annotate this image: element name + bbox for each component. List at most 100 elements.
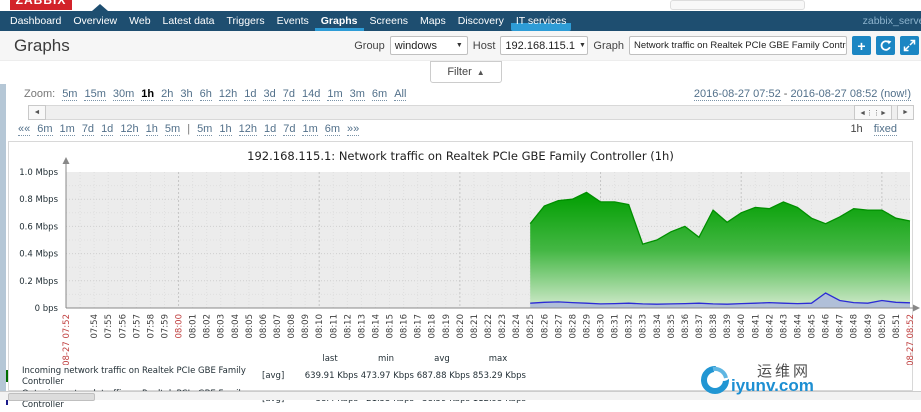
nav-item-web[interactable]: Web [123,11,156,31]
main-nav: Dashboard Overview Web Latest data Triggers E… [0,11,921,31]
svg-text:07:57: 07:57 [132,314,142,339]
move-fwd-5m[interactable]: 5m [197,123,213,136]
nav-item-overview[interactable]: Overview [67,11,123,31]
period-to-link[interactable]: 2016-08-27 08:52 [790,88,878,101]
svg-text:08:38: 08:38 [709,314,719,339]
svg-text:07:58: 07:58 [146,314,156,339]
move-back-1d[interactable]: 1d [101,123,114,136]
zoom-link-14d[interactable]: 14d [301,88,321,101]
legend-min: 473.97 Kbps [360,371,414,382]
svg-text:08:09: 08:09 [301,314,311,339]
top-strip: ZABBIX [0,0,921,11]
filter-tab-label: Filter [447,66,472,78]
fullscreen-icon [903,39,916,52]
move-fwd-1h[interactable]: 1h [219,123,232,136]
zoom-link-3h[interactable]: 3h [180,88,193,101]
nav-item-events[interactable]: Events [271,11,315,31]
svg-text:08:32: 08:32 [625,314,635,339]
svg-text:08:36: 08:36 [681,314,691,339]
zoom-link-1d[interactable]: 1d [244,88,257,101]
svg-text:08:48: 08:48 [850,314,860,339]
nav-item-discovery[interactable]: Discovery [452,11,510,31]
svg-text:08:51: 08:51 [892,314,902,339]
move-back-6m[interactable]: 6m [37,123,53,136]
zoom-link-12h[interactable]: 12h [218,88,238,101]
period-dash: - [783,88,788,100]
refresh-button[interactable] [876,36,895,55]
zoom-link-3m[interactable]: 3m [349,88,365,101]
svg-text:08:35: 08:35 [667,314,677,339]
move-back-5m[interactable]: 5m [164,123,181,136]
svg-text:08:31: 08:31 [611,314,621,339]
svg-text:08:37: 08:37 [695,314,705,339]
forward-icon[interactable]: »» [347,123,360,136]
zoom-link-all[interactable]: All [394,88,407,101]
nav-item-dashboard[interactable]: Dashboard [4,11,67,31]
nav-item-triggers[interactable]: Triggers [221,11,271,31]
zoom-link-5m[interactable]: 5m [62,88,78,101]
move-back-7d[interactable]: 7d [81,123,95,136]
zoom-link-3d[interactable]: 3d [263,88,276,101]
svg-text:08:41: 08:41 [751,314,761,339]
zabbix-logo[interactable]: ZABBIX [10,0,72,10]
move-fwd-7d[interactable]: 7d [283,123,296,136]
session-user: zabbix_server [862,15,921,27]
zoom-link-6m[interactable]: 6m [371,88,388,101]
move-fwd-1d[interactable]: 1d [263,123,277,136]
move-fwd-12h[interactable]: 12h [238,123,257,136]
zoom-link-1h[interactable]: 1h [141,88,155,101]
zoom-link-2h[interactable]: 2h [161,88,174,101]
svg-text:08:50: 08:50 [878,314,888,339]
fullscreen-button[interactable] [900,36,919,55]
svg-text:07:55: 07:55 [104,314,114,339]
chevron-down-icon: ▼ [578,42,586,49]
nav-item-it-services[interactable]: IT services [510,11,573,31]
scroll-left-button[interactable]: ◄ [28,105,46,120]
nav-item-latest-data[interactable]: Latest data [157,11,221,31]
nav-item-screens[interactable]: Screens [364,11,415,31]
nav-item-graphs[interactable]: Graphs [315,11,364,31]
svg-text:08:43: 08:43 [779,314,789,339]
host-select[interactable]: 192.168.115.1 ▼ [500,36,589,55]
filter-tab[interactable]: Filter ▲ [430,61,502,83]
graph-select[interactable]: Network traffic on Realtek PCIe GBE Fami… [629,36,847,55]
nav-item-maps[interactable]: Maps [414,11,452,31]
svg-text:08:13: 08:13 [357,314,367,339]
scroll-right-button[interactable]: ► [897,105,914,120]
zoom-link-1m[interactable]: 1m [327,88,343,101]
svg-text:08:12: 08:12 [343,314,353,339]
period-fixed: 1h fixed [850,123,897,136]
zoom-link-30m[interactable]: 30m [112,88,135,101]
svg-text:08:28: 08:28 [568,314,578,339]
y-axis-labels: 1.0 Mbps 0.8 Mbps 0.6 Mbps 0.4 Mbps 0.2 Mbps… [19,168,58,314]
move-fwd-1m[interactable]: 1m [302,123,318,136]
graph-label: Graph [593,39,624,52]
svg-text:08:40: 08:40 [737,314,747,339]
svg-text:08:03: 08:03 [217,314,227,339]
svg-text:1.0 Mbps: 1.0 Mbps [19,168,58,178]
move-back-12h[interactable]: 12h [120,123,139,136]
group-select-value: windows [394,39,437,52]
svg-text:08:29: 08:29 [582,314,592,339]
move-back-1m[interactable]: 1m [59,123,75,136]
svg-text:08:44: 08:44 [793,314,803,339]
svg-text:08:22: 08:22 [484,314,494,339]
fixed-link[interactable]: fixed [873,123,897,136]
zoom-link-7d[interactable]: 7d [282,88,295,101]
add-graph-button[interactable]: + [852,36,871,55]
scroll-drag-handle[interactable]: ◄⋮⋮► [854,105,892,120]
graph-time-scrollbar[interactable]: ◄ ◄⋮⋮► ► [28,105,914,120]
zoom-link-15m[interactable]: 15m [84,88,106,101]
group-select[interactable]: windows ▼ [389,36,468,55]
watermark-site-text: iyunv.com [731,376,814,395]
zoom-label: Zoom: [24,88,56,100]
move-fwd-6m[interactable]: 6m [324,123,341,136]
now-link[interactable]: (now!) [880,88,911,101]
rewind-icon[interactable]: «« [18,123,31,136]
move-back-1h[interactable]: 1h [145,123,158,136]
period-from-link[interactable]: 2016-08-27 07:52 [693,88,781,101]
svg-text:08:06: 08:06 [259,314,269,339]
svg-text:08:17: 08:17 [414,314,424,339]
svg-text:08:00: 08:00 [175,314,185,339]
zoom-link-6h[interactable]: 6h [199,88,212,101]
